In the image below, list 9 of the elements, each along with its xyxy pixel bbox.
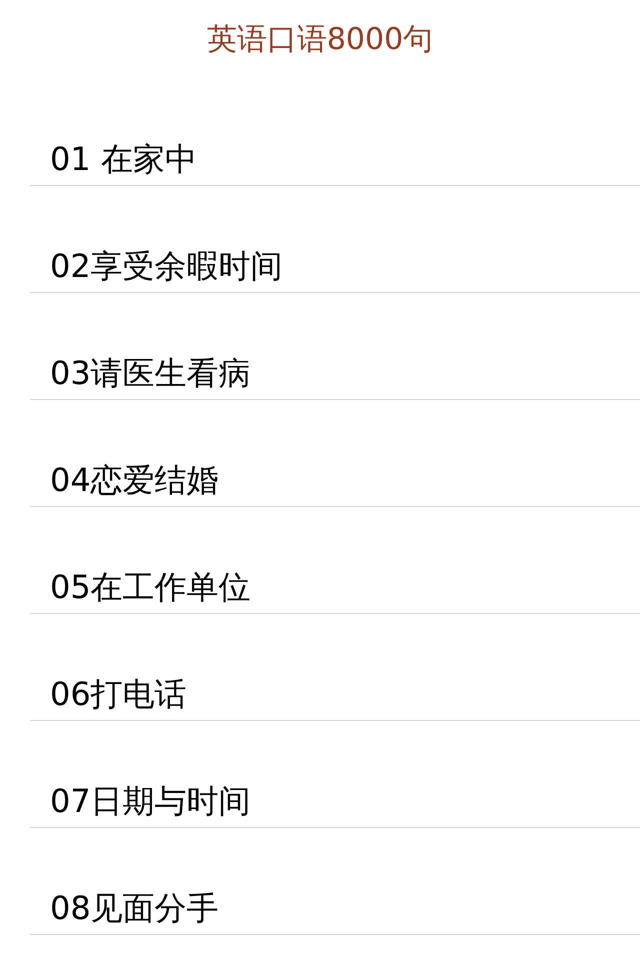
screen-title: 英语口语8000句	[206, 24, 434, 54]
list-item[interactable]: 07日期与时间	[30, 721, 640, 828]
list-item[interactable]: 04恋爱结婚	[30, 400, 640, 507]
list-item[interactable]: 01 在家中	[30, 79, 640, 186]
list-item[interactable]: 05在工作单位	[30, 507, 640, 614]
list-item[interactable]: 08见面分手	[30, 828, 640, 935]
list-item[interactable]: 03请医生看病	[30, 293, 640, 400]
list-item[interactable]: 02享受余暇时间	[30, 186, 640, 293]
list-item[interactable]: 06打电话	[30, 614, 640, 721]
